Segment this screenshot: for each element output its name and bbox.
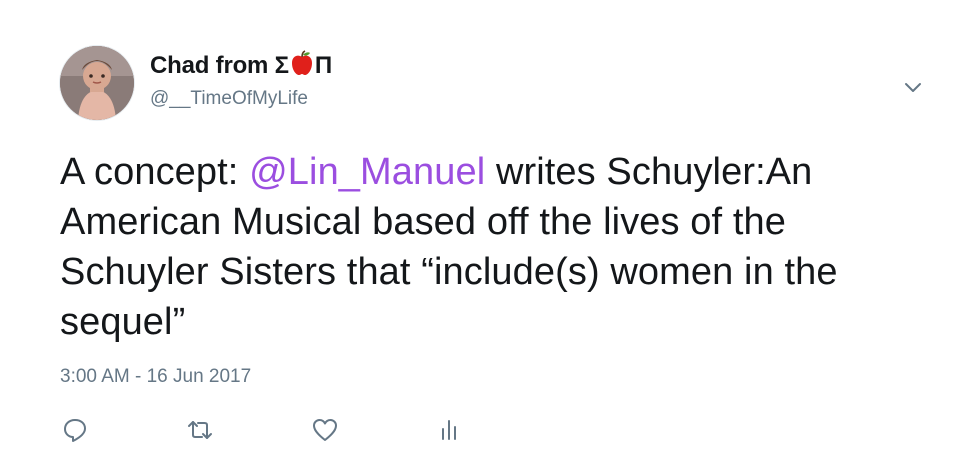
analytics-icon[interactable] [435,415,465,445]
user-handle[interactable]: @__TimeOfMyLife [150,88,308,110]
chevron-down-icon[interactable] [900,74,926,100]
display-name-prefix: Chad from Σ [150,52,289,79]
tweet-card: Chad from Σ Π @__TimeOfMyLife A concept: … [0,0,980,469]
retweet-icon[interactable] [185,415,215,445]
tweet-text-before: A concept: [60,151,250,193]
tweet-text: A concept: @Lin_Manuel writes Schuyler:A… [60,147,940,347]
display-name-suffix: Π [314,52,333,79]
like-icon[interactable] [310,415,340,445]
mention-link[interactable]: @Lin_Manuel [249,151,485,193]
tweet-timestamp[interactable]: 3:00 AM - 16 Jun 2017 [60,366,251,388]
avatar-image [60,46,134,120]
reply-icon[interactable] [60,415,90,445]
avatar[interactable] [60,46,134,120]
display-name[interactable]: Chad from Σ Π [150,50,332,83]
apple-emoji-icon [290,50,314,83]
